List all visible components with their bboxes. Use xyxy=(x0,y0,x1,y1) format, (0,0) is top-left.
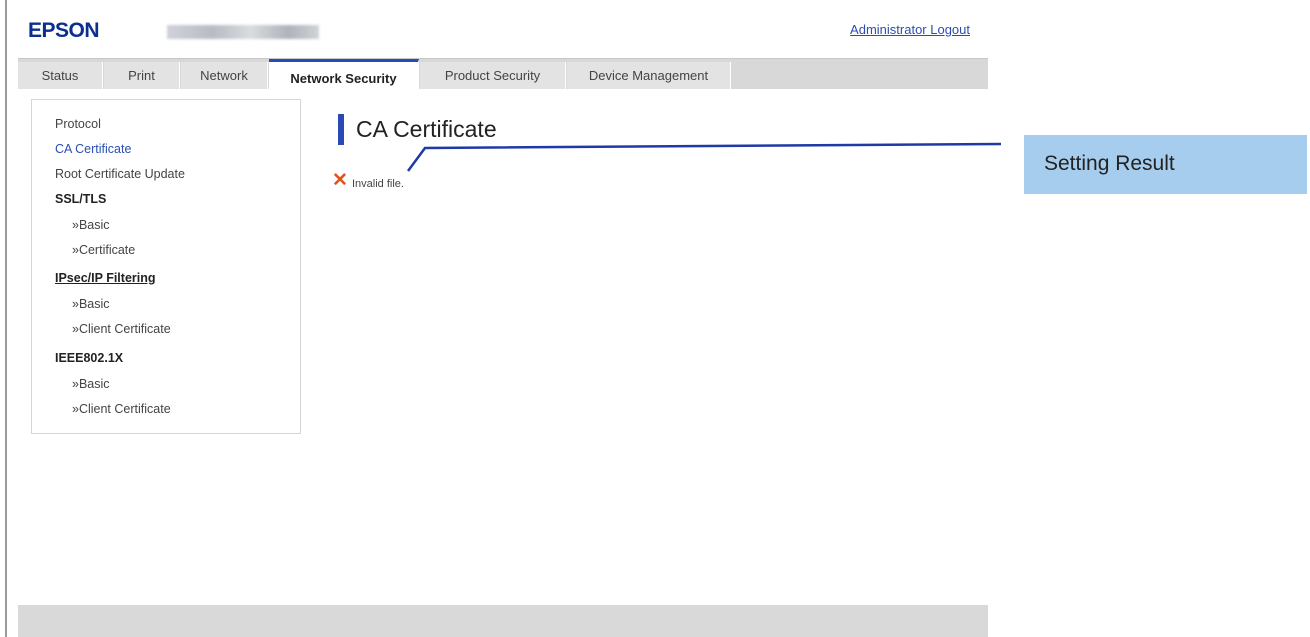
sidebar-item-ca-certificate[interactable]: CA Certificate xyxy=(55,142,131,156)
sidebar-item-ssl-basic[interactable]: »Basic xyxy=(72,218,110,232)
tab-network-security[interactable]: Network Security xyxy=(269,59,419,90)
sidebar-item-ieee-client-certificate[interactable]: »Client Certificate xyxy=(72,402,171,416)
page-footer xyxy=(18,605,988,637)
setting-result-message: Invalid file. xyxy=(352,178,404,190)
sidebar-nav: Protocol CA Certificate Root Certificate… xyxy=(31,99,301,434)
sidebar-item-ssl-certificate[interactable]: »Certificate xyxy=(72,243,135,257)
sidebar-item-ipsec-client-certificate[interactable]: »Client Certificate xyxy=(72,322,171,336)
tab-print[interactable]: Print xyxy=(104,62,180,89)
error-x-icon: ✕ xyxy=(332,170,348,191)
title-accent-bar xyxy=(338,114,344,145)
sidebar-item-ieee-basic[interactable]: »Basic xyxy=(72,377,110,391)
tab-device-management[interactable]: Device Management xyxy=(567,62,731,89)
web-config-page: EPSON Administrator Logout Status Print … xyxy=(7,0,988,637)
sidebar-item-ipsec-basic[interactable]: »Basic xyxy=(72,297,110,311)
tab-network[interactable]: Network xyxy=(181,62,268,89)
sidebar-item-protocol[interactable]: Protocol xyxy=(55,117,101,131)
administrator-logout-link[interactable]: Administrator Logout xyxy=(850,22,970,37)
tab-product-security[interactable]: Product Security xyxy=(420,62,566,89)
epson-logo: EPSON xyxy=(28,19,100,42)
page-header: EPSON Administrator Logout xyxy=(7,0,988,58)
tab-status[interactable]: Status xyxy=(18,62,103,89)
sidebar-heading-ssl-tls: SSL/TLS xyxy=(55,192,107,206)
annotation-callout-label: Setting Result xyxy=(1044,152,1175,175)
main-content: Protocol CA Certificate Root Certificate… xyxy=(18,89,988,605)
tab-bar: Status Print Network Network Security Pr… xyxy=(18,58,988,90)
sidebar-item-root-certificate-update[interactable]: Root Certificate Update xyxy=(55,167,185,181)
sidebar-heading-ipsec-ip-filtering[interactable]: IPsec/IP Filtering xyxy=(55,271,156,285)
annotation-callout-box: Setting Result xyxy=(1024,135,1307,194)
sidebar-heading-ieee8021x: IEEE802.1X xyxy=(55,351,124,365)
printer-model-name-blurred xyxy=(167,25,319,39)
page-title: CA Certificate xyxy=(356,116,497,142)
